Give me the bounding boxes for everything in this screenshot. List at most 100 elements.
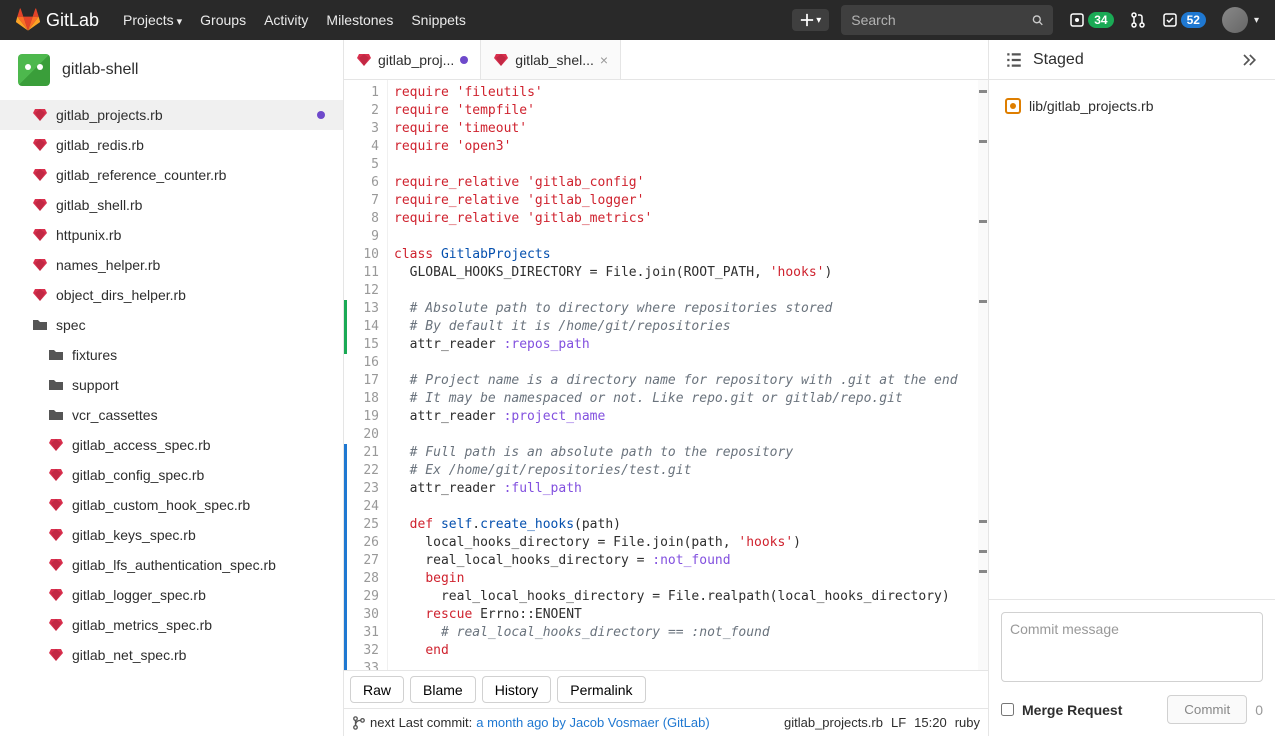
file-name: gitlab_redis.rb bbox=[56, 137, 144, 153]
todos-icon bbox=[1162, 12, 1178, 28]
file-item[interactable]: gitlab_reference_counter.rb bbox=[0, 160, 343, 190]
ruby-icon bbox=[32, 257, 48, 273]
file-item[interactable]: gitlab_config_spec.rb bbox=[0, 460, 343, 490]
commit-link[interactable]: a month ago by Jacob Vosmaer (GitLab) bbox=[476, 715, 709, 730]
file-item[interactable]: gitlab_custom_hook_spec.rb bbox=[0, 490, 343, 520]
branch-name[interactable]: next bbox=[370, 715, 395, 730]
file-name: object_dirs_helper.rb bbox=[56, 287, 186, 303]
nav-snippets[interactable]: Snippets bbox=[411, 12, 465, 28]
collapse-icon[interactable] bbox=[1239, 50, 1259, 70]
file-name: gitlab_custom_hook_spec.rb bbox=[72, 497, 250, 513]
file-name: spec bbox=[56, 317, 86, 333]
ruby-icon bbox=[48, 527, 64, 543]
file-item[interactable]: vcr_cassettes bbox=[0, 400, 343, 430]
editor-toolbar: RawBlameHistoryPermalink bbox=[344, 670, 988, 708]
modified-indicator bbox=[317, 111, 325, 119]
nav-milestones[interactable]: Milestones bbox=[326, 12, 393, 28]
list-icon bbox=[1005, 51, 1023, 69]
modified-dot bbox=[460, 56, 468, 64]
new-button[interactable]: ▾ bbox=[792, 9, 829, 31]
nav-groups[interactable]: Groups bbox=[200, 12, 246, 28]
file-name: gitlab_reference_counter.rb bbox=[56, 167, 226, 183]
issues-badge: 34 bbox=[1088, 12, 1113, 28]
branch-icon bbox=[352, 716, 366, 730]
todos-link[interactable]: 52 bbox=[1162, 12, 1206, 28]
file-item[interactable]: gitlab_lfs_authentication_spec.rb bbox=[0, 550, 343, 580]
file-tree: gitlab_projects.rb gitlab_redis.rb gitlab_… bbox=[0, 100, 343, 736]
nav-projects[interactable]: Projects bbox=[123, 12, 182, 28]
file-item[interactable]: gitlab_access_spec.rb bbox=[0, 430, 343, 460]
file-item[interactable]: httpunix.rb bbox=[0, 220, 343, 250]
close-tab-icon[interactable]: × bbox=[600, 52, 608, 68]
brand-text: GitLab bbox=[46, 10, 99, 31]
nav-activity[interactable]: Activity bbox=[264, 12, 308, 28]
file-item[interactable]: object_dirs_helper.rb bbox=[0, 280, 343, 310]
file-name: fixtures bbox=[72, 347, 117, 363]
line-gutter: 1234567891011121314151617181920212223242… bbox=[344, 80, 388, 670]
status-lang[interactable]: ruby bbox=[955, 715, 980, 730]
status-pos[interactable]: 15:20 bbox=[914, 715, 947, 730]
file-name: gitlab_projects.rb bbox=[56, 107, 163, 123]
project-header[interactable]: gitlab-shell bbox=[0, 40, 343, 100]
ruby-icon bbox=[48, 437, 64, 453]
folder-icon bbox=[48, 407, 64, 423]
file-item[interactable]: gitlab_redis.rb bbox=[0, 130, 343, 160]
file-item[interactable]: fixtures bbox=[0, 340, 343, 370]
file-tree-sidebar: gitlab-shell gitlab_projects.rb gitlab_re… bbox=[0, 40, 344, 736]
history-button[interactable]: History bbox=[482, 676, 552, 703]
permalink-button[interactable]: Permalink bbox=[557, 676, 645, 703]
file-item[interactable]: gitlab_metrics_spec.rb bbox=[0, 610, 343, 640]
ruby-icon bbox=[356, 52, 372, 68]
editor-tab[interactable]: gitlab_proj... bbox=[344, 40, 481, 79]
merge-requests-link[interactable] bbox=[1130, 12, 1146, 28]
file-item[interactable]: gitlab_projects.rb bbox=[0, 100, 343, 130]
search-icon[interactable] bbox=[1032, 12, 1043, 28]
ruby-icon bbox=[48, 587, 64, 603]
status-eol[interactable]: LF bbox=[891, 715, 906, 730]
tab-label: gitlab_proj... bbox=[378, 52, 454, 68]
file-item[interactable]: support bbox=[0, 370, 343, 400]
code-editor[interactable]: 1234567891011121314151617181920212223242… bbox=[344, 80, 988, 670]
user-avatar bbox=[1222, 7, 1248, 33]
gitlab-logo[interactable]: GitLab bbox=[16, 8, 99, 32]
staged-title: Staged bbox=[1033, 51, 1229, 69]
raw-button[interactable]: Raw bbox=[350, 676, 404, 703]
file-item[interactable]: gitlab_shell.rb bbox=[0, 190, 343, 220]
search-box[interactable] bbox=[841, 5, 1053, 35]
minimap[interactable] bbox=[978, 80, 988, 670]
file-item[interactable]: gitlab_logger_spec.rb bbox=[0, 580, 343, 610]
ruby-icon bbox=[32, 107, 48, 123]
commit-button[interactable]: Commit bbox=[1167, 695, 1247, 724]
editor-area: gitlab_proj... gitlab_shel... × 1234567891… bbox=[344, 40, 989, 736]
folder-icon bbox=[32, 317, 48, 333]
ruby-icon bbox=[48, 617, 64, 633]
folder-icon bbox=[48, 377, 64, 393]
file-item[interactable]: names_helper.rb bbox=[0, 250, 343, 280]
blame-button[interactable]: Blame bbox=[410, 676, 476, 703]
user-menu[interactable]: ▾ bbox=[1222, 7, 1259, 33]
tab-label: gitlab_shel... bbox=[515, 52, 594, 68]
editor-tab[interactable]: gitlab_shel... × bbox=[481, 40, 621, 79]
file-item[interactable]: spec bbox=[0, 310, 343, 340]
main-layout: gitlab-shell gitlab_projects.rb gitlab_re… bbox=[0, 40, 1275, 736]
merge-request-checkbox[interactable] bbox=[1001, 703, 1014, 716]
code-content[interactable]: require 'fileutils'require 'tempfile'req… bbox=[388, 80, 978, 670]
file-item[interactable]: gitlab_keys_spec.rb bbox=[0, 520, 343, 550]
commit-count: 0 bbox=[1255, 702, 1263, 718]
staged-file[interactable]: lib/gitlab_projects.rb bbox=[1005, 92, 1259, 120]
search-input[interactable] bbox=[851, 12, 1032, 28]
issues-icon bbox=[1069, 12, 1085, 28]
commit-message-input[interactable] bbox=[1001, 612, 1263, 682]
top-nav: GitLab Projects Groups Activity Mileston… bbox=[0, 0, 1275, 40]
issues-link[interactable]: 34 bbox=[1069, 12, 1113, 28]
file-item[interactable]: gitlab_net_spec.rb bbox=[0, 640, 343, 670]
file-name: gitlab_access_spec.rb bbox=[72, 437, 211, 453]
file-name: gitlab_logger_spec.rb bbox=[72, 587, 206, 603]
merge-request-label: Merge Request bbox=[1022, 702, 1122, 718]
ruby-icon bbox=[32, 137, 48, 153]
project-avatar bbox=[18, 54, 50, 86]
project-name: gitlab-shell bbox=[62, 61, 138, 79]
file-name: gitlab_config_spec.rb bbox=[72, 467, 204, 483]
ruby-icon bbox=[32, 287, 48, 303]
commit-label: Last commit: bbox=[399, 715, 473, 730]
